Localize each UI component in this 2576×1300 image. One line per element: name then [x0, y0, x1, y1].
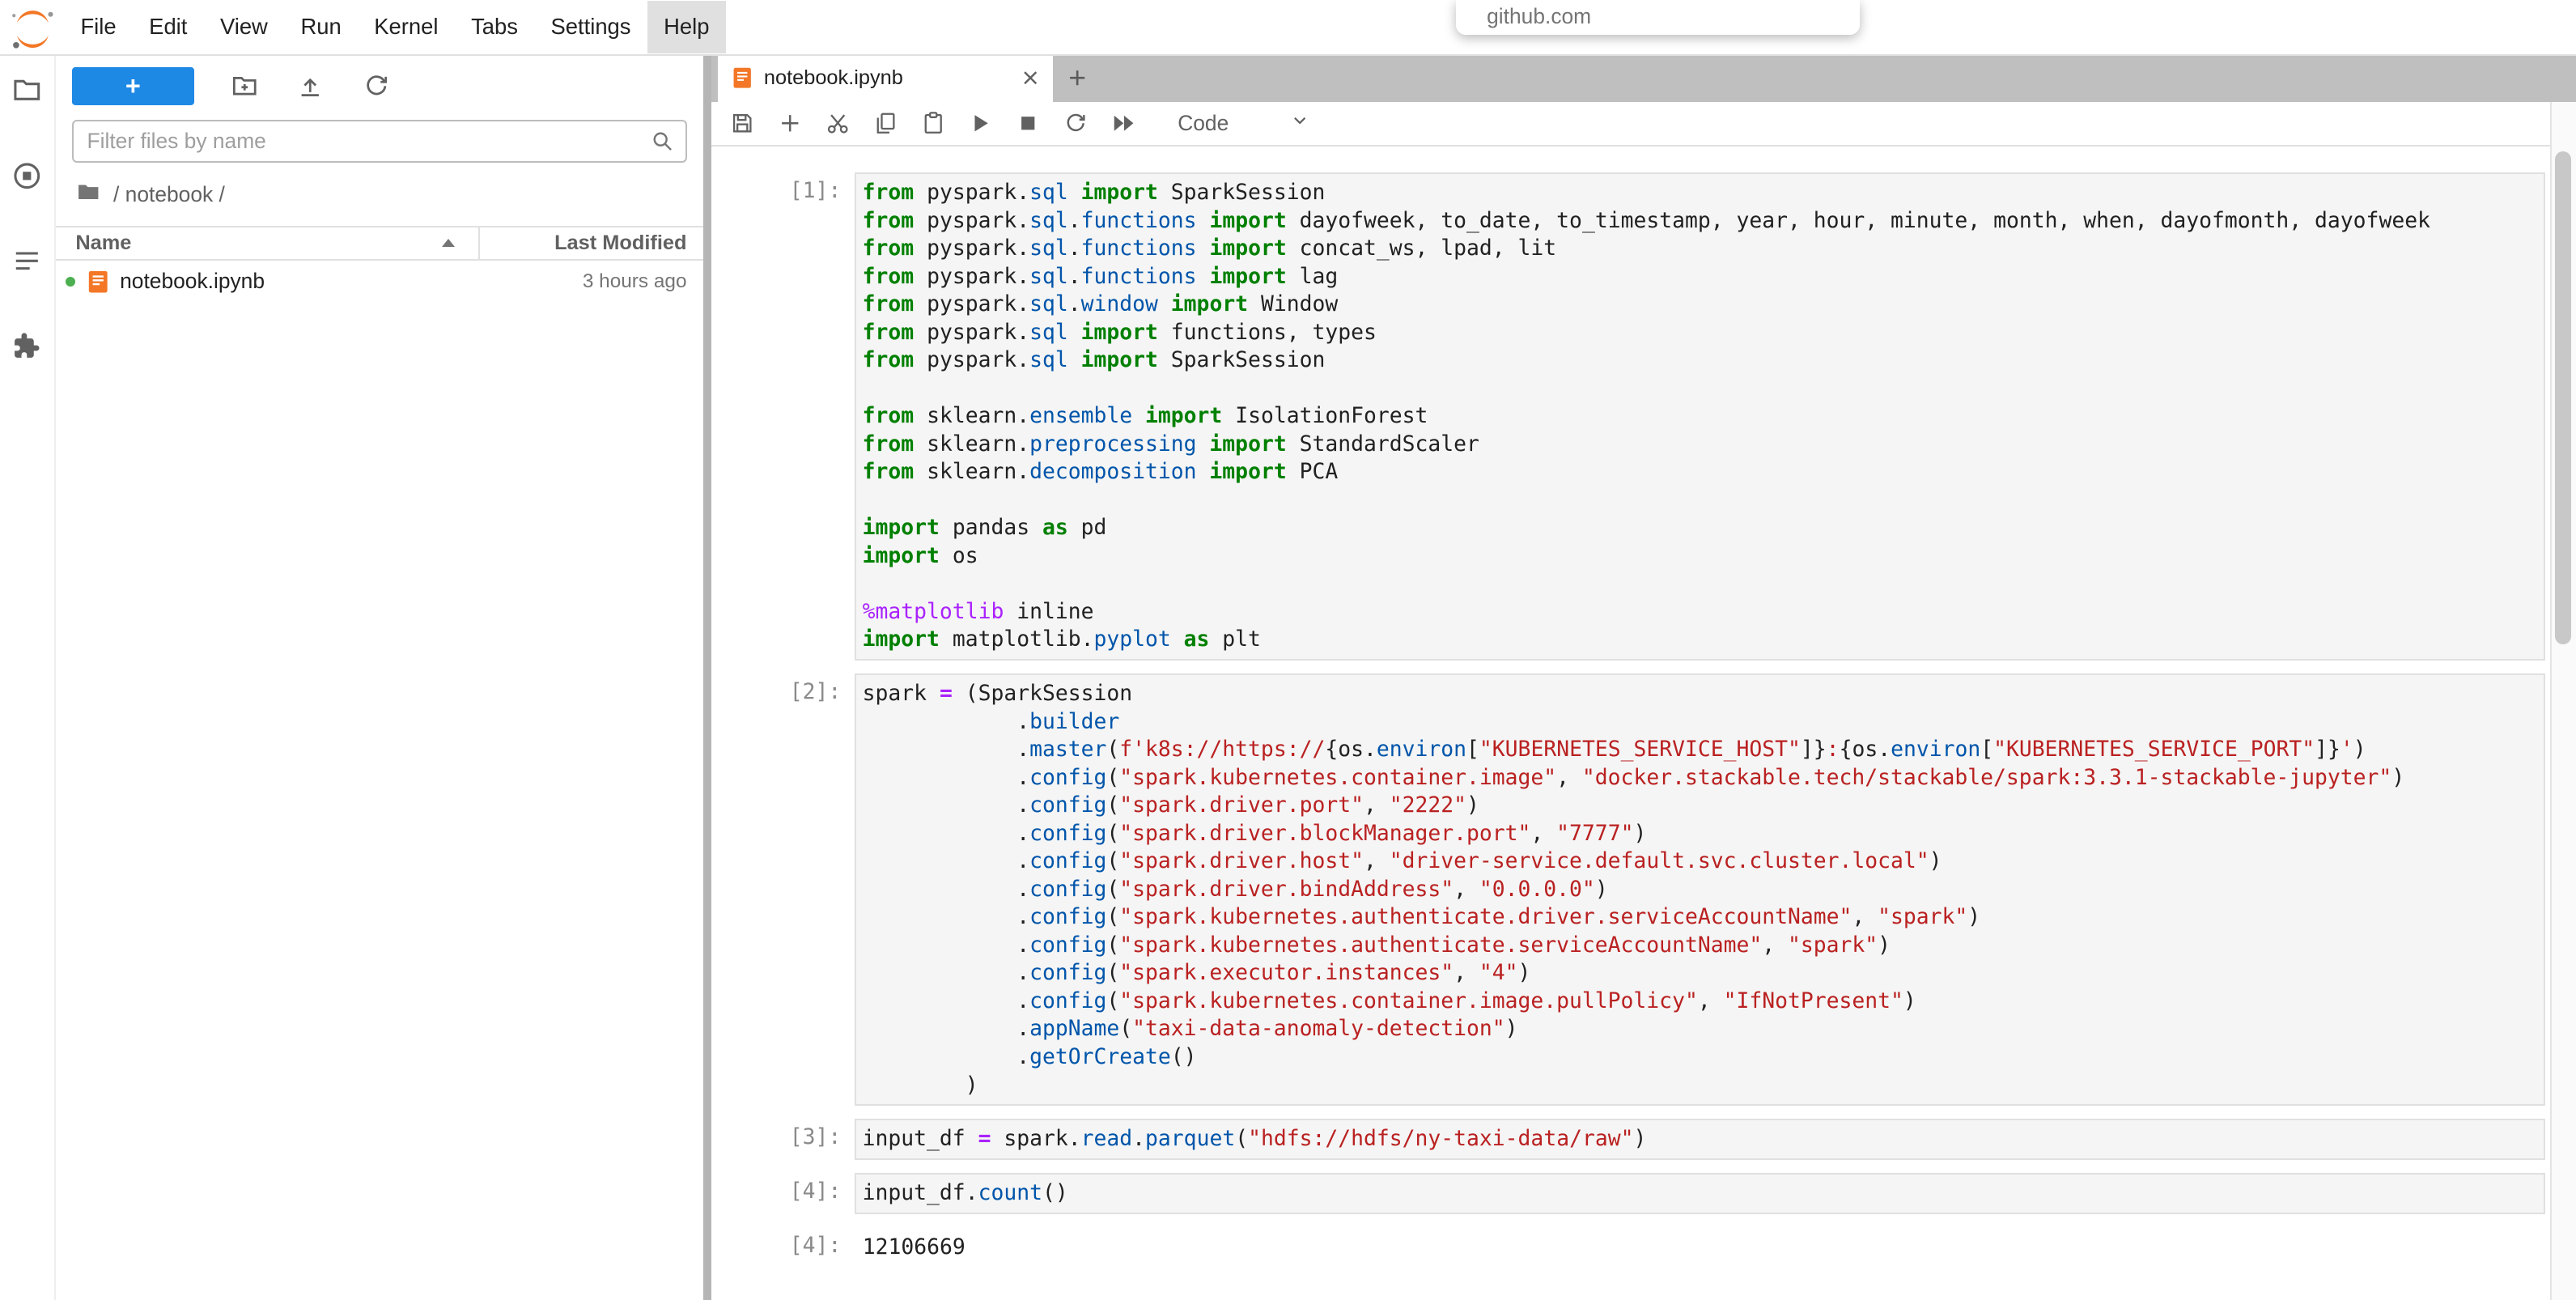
menu-tabs[interactable]: Tabs	[455, 1, 534, 53]
scrollbar-thumb[interactable]	[2555, 151, 2571, 644]
menu-help[interactable]: Help	[647, 1, 726, 53]
cell-type-dropdown[interactable]: Code	[1178, 111, 1309, 136]
paste-cells-icon[interactable]	[920, 110, 946, 136]
filter-files-input[interactable]	[72, 120, 686, 163]
menu-run[interactable]: Run	[284, 1, 358, 53]
new-launcher-button[interactable]: +	[72, 67, 193, 105]
menu-edit[interactable]: Edit	[133, 1, 204, 53]
menubar-items: FileEditViewRunKernelTabsSettingsHelp	[64, 0, 726, 54]
tab-notebook[interactable]: notebook.ipynb	[718, 54, 1053, 102]
execution-prompt: [1]:	[711, 172, 855, 661]
kernel-running-indicator	[66, 277, 75, 287]
menu-settings[interactable]: Settings	[534, 1, 647, 53]
table-of-contents-icon[interactable]	[11, 244, 44, 278]
output-text[interactable]: 12106669	[855, 1227, 2545, 1265]
copy-cells-icon[interactable]	[872, 110, 898, 136]
notebook-toolbar: Code	[711, 102, 2550, 147]
code-cell[interactable]: [4]:input_df.count()	[711, 1166, 2550, 1221]
menubar: FileEditViewRunKernelTabsSettingsHelp	[0, 0, 2576, 56]
output-prompt: [4]:	[711, 1227, 855, 1265]
notebook-file-icon	[731, 66, 753, 89]
column-name-label: Name	[75, 232, 131, 255]
tab-label: notebook.ipynb	[764, 66, 1005, 90]
execution-prompt: [4]:	[711, 1173, 855, 1214]
code-cell[interactable]: [3]:input_df = spark.read.parquet("hdfs:…	[711, 1112, 2550, 1166]
new-tab-button[interactable]	[1058, 54, 1097, 102]
panel-splitter[interactable]	[703, 54, 711, 1300]
restart-kernel-icon[interactable]	[1063, 110, 1089, 136]
file-browser-toolbar: +	[56, 54, 703, 113]
run-cell-icon[interactable]	[967, 110, 993, 136]
code-editor[interactable]: from pyspark.sql import SparkSessionfrom…	[855, 172, 2545, 661]
folder-icon[interactable]	[75, 179, 101, 210]
search-icon	[649, 128, 675, 154]
sort-ascending-icon	[442, 239, 455, 247]
jupyter-logo	[8, 7, 57, 50]
add-cell-icon[interactable]	[777, 110, 803, 136]
notebook-file-icon	[86, 270, 110, 294]
save-icon[interactable]	[729, 110, 755, 136]
output-cell[interactable]: [4]:12106669	[711, 1221, 2550, 1272]
notification-popup[interactable]: github.com	[1456, 0, 1860, 35]
code-editor[interactable]: input_df.count()	[855, 1173, 2545, 1214]
new-folder-icon[interactable]	[230, 71, 260, 101]
file-item[interactable]: notebook.ipynb3 hours ago	[56, 261, 703, 304]
menu-view[interactable]: View	[204, 1, 284, 53]
menu-kernel[interactable]: Kernel	[358, 1, 455, 53]
file-list-header: Name Last Modified	[56, 226, 703, 261]
menu-file[interactable]: File	[64, 1, 133, 53]
restart-and-run-all-icon[interactable]	[1110, 110, 1136, 136]
extension-manager-icon[interactable]	[11, 330, 44, 363]
interrupt-kernel-icon[interactable]	[1015, 110, 1041, 136]
activity-bar	[0, 54, 56, 1300]
execution-prompt: [2]:	[711, 673, 855, 1106]
close-icon[interactable]	[1019, 66, 1042, 89]
execution-prompt: [3]:	[711, 1119, 855, 1160]
chevron-down-icon	[1291, 111, 1309, 136]
file-list: notebook.ipynb3 hours ago	[56, 261, 703, 304]
notebook-cells: [1]:from pyspark.sql import SparkSession…	[711, 147, 2550, 1300]
code-cell[interactable]: [1]:from pyspark.sql import SparkSession…	[711, 166, 2550, 667]
scrollbar[interactable]	[2550, 102, 2576, 1300]
breadcrumb[interactable]: / notebook /	[56, 172, 703, 226]
upload-icon[interactable]	[295, 71, 325, 101]
jupyterlab-window: FileEditViewRunKernelTabsSettingsHelp gi…	[0, 0, 2576, 1300]
cut-cells-icon[interactable]	[825, 110, 851, 136]
column-header-last-modified[interactable]: Last Modified	[480, 232, 703, 255]
code-editor[interactable]: input_df = spark.read.parquet("hdfs://hd…	[855, 1119, 2545, 1160]
file-browser: + / note	[56, 54, 703, 1300]
code-cell[interactable]: [2]:spark = (SparkSession .builder .mast…	[711, 667, 2550, 1112]
files-icon[interactable]	[11, 74, 44, 107]
dock-panel: notebook.ipynb	[711, 54, 2576, 1300]
file-modified: 3 hours ago	[583, 270, 703, 293]
popup-text: github.com	[1487, 4, 1591, 28]
column-header-name[interactable]: Name	[56, 227, 480, 259]
file-name: notebook.ipynb	[120, 269, 583, 294]
refresh-icon[interactable]	[362, 71, 392, 101]
running-sessions-icon[interactable]	[11, 159, 44, 193]
breadcrumb-path[interactable]: / notebook /	[113, 182, 225, 207]
cell-type-value: Code	[1178, 111, 1229, 136]
tab-bar: notebook.ipynb	[711, 54, 2576, 102]
code-editor[interactable]: spark = (SparkSession .builder .master(f…	[855, 673, 2545, 1106]
